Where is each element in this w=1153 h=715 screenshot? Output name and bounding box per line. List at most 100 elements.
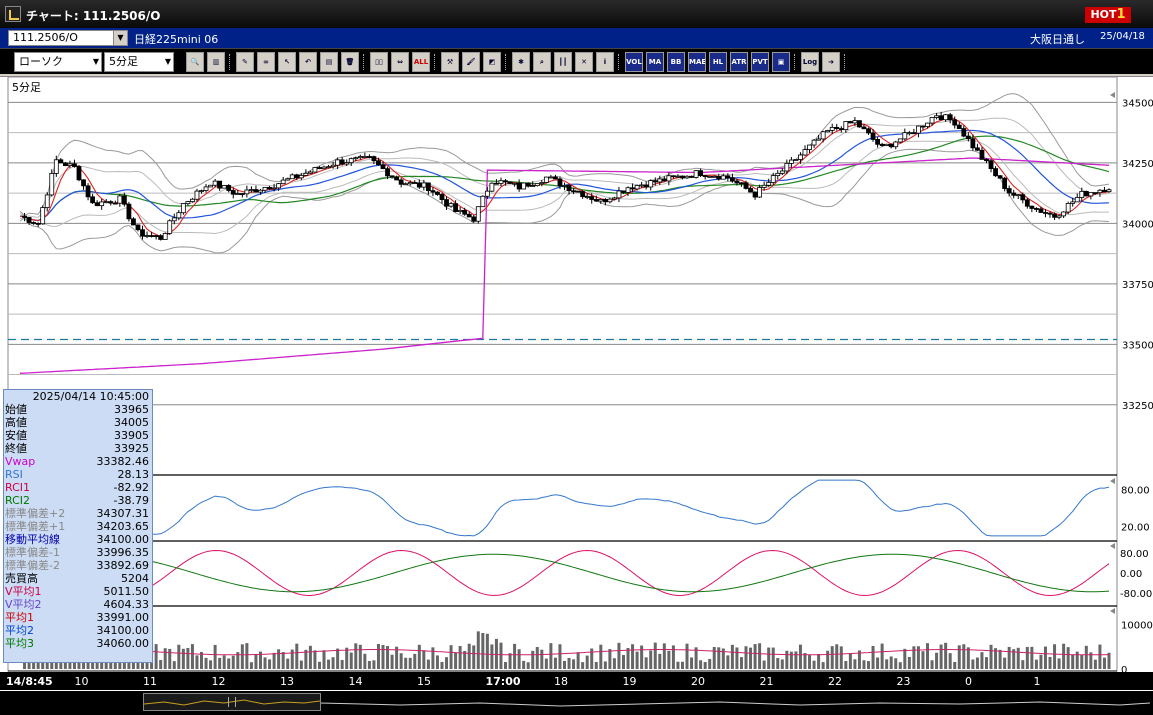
volume-bar <box>894 658 898 669</box>
trash-icon[interactable]: 🗑 <box>341 52 359 72</box>
candle-body <box>993 168 998 177</box>
all-button[interactable]: ALL <box>412 52 430 72</box>
candle-body <box>357 156 363 159</box>
data-panel-row: Vwap 33382.46 <box>4 455 152 468</box>
frame-icon[interactable]: ▣ <box>772 52 790 72</box>
candle-body <box>235 193 241 195</box>
candle-body <box>321 166 327 170</box>
time-tick-label: 21 <box>760 675 774 688</box>
candle-body <box>1106 189 1112 193</box>
candle-body <box>72 163 77 167</box>
volume-bar <box>268 659 272 669</box>
candle-body <box>1097 189 1103 194</box>
interval-select[interactable]: 5分足 ▼ <box>104 52 174 72</box>
candle-body <box>884 143 890 146</box>
document-icon[interactable]: ▤ <box>320 52 338 72</box>
export-icon[interactable]: ➜ <box>822 52 840 72</box>
pvt-button[interactable]: PVT <box>751 52 769 72</box>
data-panel-label: 安値 <box>5 429 27 442</box>
stamp-icon[interactable]: ✱ <box>512 52 530 72</box>
color-icon[interactable]: ◩ <box>483 52 501 72</box>
data-panel-value: -38.79 <box>113 494 149 507</box>
plot-frame <box>7 77 1118 672</box>
candle-body <box>258 189 263 193</box>
horizontal-scrollbar[interactable] <box>0 691 1153 715</box>
candle-body <box>108 201 114 204</box>
undo-icon[interactable]: ↶ <box>299 52 317 72</box>
data-panel-value: 33965 <box>114 403 149 416</box>
atr-button[interactable]: ATR <box>730 52 748 72</box>
candle-body <box>126 203 132 220</box>
hl-button[interactable]: HL <box>709 52 727 72</box>
data-panel-row: RSI 28.13 <box>4 468 152 481</box>
volume-bar <box>317 661 321 669</box>
candle-body <box>571 190 576 193</box>
bars-icon[interactable]: ▯▯ <box>370 52 388 72</box>
candle-body <box>99 201 105 207</box>
candle-body <box>553 176 558 180</box>
data-panel-row: RCI1 -82.92 <box>4 481 152 494</box>
pen-icon[interactable]: ✎ <box>236 52 254 72</box>
mae-button[interactable]: MAE <box>688 52 706 72</box>
volume-bar <box>254 654 258 669</box>
search-chart-icon[interactable]: ⌕ <box>533 52 551 72</box>
volume-bar <box>245 643 249 669</box>
chevron-down-icon[interactable]: ▼ <box>113 31 127 45</box>
grid-icon[interactable]: ▥ <box>207 52 225 72</box>
volume-bar <box>617 642 621 669</box>
volume-bar <box>195 655 199 669</box>
data-panel-value: 34060.00 <box>96 637 150 650</box>
data-panel-label: 平均2 <box>5 624 34 637</box>
candle-body <box>675 175 681 178</box>
mark-icon[interactable]: ✕ <box>575 52 593 72</box>
candle-body <box>444 199 449 207</box>
candle-body <box>1020 194 1026 201</box>
candle-body <box>90 196 95 204</box>
volume-bar <box>177 644 181 669</box>
rsi-tick-label: 20.00 <box>1121 523 1150 534</box>
volume-bar <box>767 647 771 669</box>
shift-icon[interactable]: ⇔ <box>391 52 409 72</box>
info-icon[interactable]: i <box>596 52 614 72</box>
candle-body <box>239 193 245 195</box>
data-panel-label: V平均1 <box>5 585 42 598</box>
data-panel-label: 高値 <box>5 416 27 429</box>
link-icon[interactable]: ∞ <box>257 52 275 72</box>
volume-bar <box>299 660 303 669</box>
candle-body <box>285 178 291 181</box>
candle-body <box>612 197 617 200</box>
candle-body <box>457 209 463 212</box>
data-panel-rows: 始値 33965 高値 34005 安値 33905 終値 33925 Vwap 33382.46… <box>4 403 152 650</box>
candle-body <box>221 185 227 189</box>
candle-body <box>793 159 799 161</box>
candle-body <box>1052 213 1057 218</box>
candle-body <box>1088 192 1094 197</box>
time-tick-label: 12 <box>212 675 226 688</box>
chart-canvas[interactable]: 34500 34250 34000 33750 33500 33250 5分足 80.00 20… <box>0 77 1153 692</box>
volume-bar <box>921 651 925 669</box>
zoom-icon[interactable]: 🔍 <box>186 52 204 72</box>
tools-icon[interactable]: ⚒ <box>441 52 459 72</box>
data-panel-value: -82.92 <box>113 481 149 494</box>
hot-badge[interactable]: HOT1 <box>1085 7 1131 23</box>
vol-icon[interactable]: VOL <box>625 52 643 72</box>
candle-body <box>934 115 939 118</box>
candle-body <box>639 184 645 187</box>
symbol-select[interactable]: 111.2506/O ▼ <box>8 30 128 46</box>
log-button[interactable]: Log <box>801 52 819 72</box>
scrollbar-grip-icon[interactable] <box>228 697 236 707</box>
chart-type-select[interactable]: ローソク ▼ <box>14 52 102 72</box>
bb-button[interactable]: BB <box>667 52 685 72</box>
panel-marker-icon <box>1110 543 1115 549</box>
volume-bar <box>426 659 430 669</box>
volume-bar <box>1030 646 1034 669</box>
brush-icon[interactable]: 🖌 <box>462 52 480 72</box>
data-panel-label: 標準偏差-1 <box>5 546 60 559</box>
candle-icon[interactable]: ┃┃ <box>554 52 572 72</box>
volume-bar <box>1062 643 1066 669</box>
chart-area[interactable]: 34500 34250 34000 33750 33500 33250 5分足 80.00 20… <box>0 76 1153 691</box>
ma-button[interactable]: MA <box>646 52 664 72</box>
candle-body <box>171 217 177 222</box>
cursor-icon[interactable]: ↖ <box>278 52 296 72</box>
scrollbar-thumb[interactable] <box>143 693 321 711</box>
